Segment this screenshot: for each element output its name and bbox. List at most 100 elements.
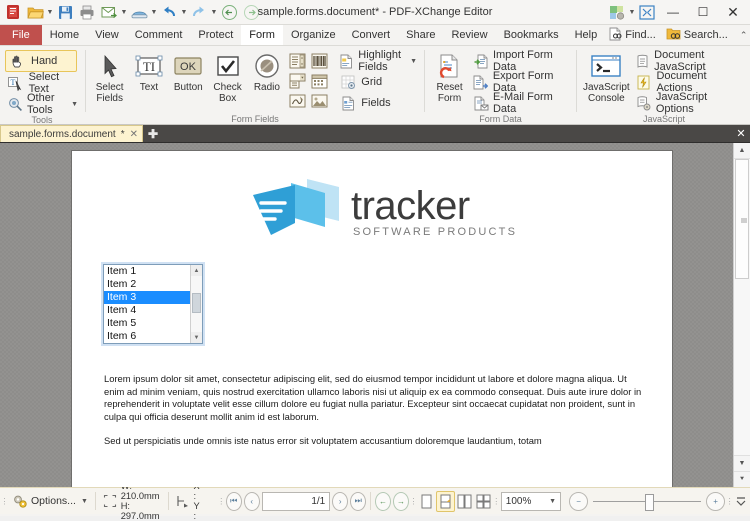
highlight-fields-button[interactable]: Highlight Fields ▼ [336, 49, 420, 73]
fullscreen-icon[interactable] [636, 1, 658, 23]
ribbon-options-icon[interactable] [606, 1, 628, 23]
zoom-slider[interactable]: − + [569, 491, 726, 511]
list-box-field[interactable]: Item 1 Item 2 Item 3 Item 4 Item 5 Item … [103, 264, 203, 344]
tab-review[interactable]: Review [443, 25, 495, 45]
other-tools-button[interactable]: Other Tools ▼ [5, 92, 81, 116]
close-button[interactable]: ✕ [718, 1, 748, 23]
date-field-icon[interactable] [309, 71, 331, 91]
import-form-data-button[interactable]: Import Form Data [470, 49, 572, 73]
vertical-scroll-track[interactable] [734, 159, 750, 455]
barcode-icon[interactable] [309, 51, 331, 71]
tab-organize[interactable]: Organize [283, 25, 344, 45]
zoom-slider-track[interactable] [593, 493, 702, 511]
push-button-button[interactable]: OK Button [169, 50, 208, 95]
pdf-page[interactable]: tracker SOFTWARE PRODUCTS Item 1 Item 2 … [72, 151, 672, 487]
vertical-scroll-thumb[interactable] [735, 159, 749, 279]
two-page-continuous-view-button[interactable] [475, 492, 491, 511]
list-box-scrollbar[interactable]: ▲ ▼ [190, 265, 202, 343]
list-item[interactable]: Item 5 [104, 317, 190, 330]
list-item[interactable]: Item 4 [104, 304, 190, 317]
list-item[interactable]: Item 6 [104, 330, 190, 343]
email-icon[interactable] [98, 1, 120, 23]
chevron-down-icon[interactable]: ▼ [549, 498, 556, 505]
list-item-selected[interactable]: Item 3 [104, 291, 190, 304]
print-icon[interactable] [76, 1, 98, 23]
export-form-data-button[interactable]: Export Form Data [470, 70, 572, 94]
single-page-view-button[interactable] [418, 492, 434, 511]
open-icon[interactable] [24, 1, 46, 23]
toolbar-grip[interactable]: ⋮ [1, 492, 9, 510]
fields-button[interactable]: Fields [336, 93, 420, 113]
tab-comment[interactable]: Comment [127, 25, 191, 45]
select-text-button[interactable]: T Select Text [5, 71, 81, 95]
hand-tool-button[interactable]: Hand [5, 50, 77, 72]
search-button[interactable]: Search... [663, 27, 731, 44]
list-box-icon[interactable] [287, 51, 309, 71]
scroll-down-icon[interactable]: ▼ [191, 332, 202, 343]
image-field-icon[interactable] [309, 91, 331, 111]
javascript-options-button[interactable]: JavaScript Options [632, 91, 747, 115]
save-icon[interactable] [54, 1, 76, 23]
zoom-level-select[interactable]: 100% ▼ [500, 491, 562, 511]
list-box-items[interactable]: Item 1 Item 2 Item 3 Item 4 Item 5 Item … [104, 265, 190, 343]
open-dropdown-arrow-icon[interactable]: ▼ [46, 1, 54, 23]
tab-bookmarks[interactable]: Bookmarks [496, 25, 567, 45]
chevron-down-icon[interactable]: ▼ [81, 498, 88, 505]
tab-convert[interactable]: Convert [344, 25, 399, 45]
find-button[interactable]: Find... [605, 27, 659, 44]
expand-status-bar-button[interactable] [734, 492, 748, 511]
next-page-button[interactable]: › [332, 491, 349, 511]
vertical-scrollbar[interactable]: ▲ ▼ ⯆ [733, 143, 750, 487]
document-workspace[interactable]: tracker SOFTWARE PRODUCTS Item 1 Item 2 … [0, 143, 750, 487]
forward-icon[interactable] [240, 1, 262, 23]
reset-form-button[interactable]: Reset Form [429, 50, 470, 106]
back-icon[interactable] [218, 1, 240, 23]
tab-help[interactable]: Help [567, 25, 606, 45]
grid-button[interactable]: Grid [336, 72, 420, 92]
ribbon-options-dropdown-icon[interactable]: ▼ [628, 1, 636, 23]
document-javascript-button[interactable]: Document JavaScript [632, 49, 747, 73]
email-dropdown-arrow-icon[interactable]: ▼ [120, 1, 128, 23]
two-page-view-button[interactable] [457, 492, 473, 511]
options-button[interactable]: Options... ▼ [9, 491, 91, 511]
zoom-out-button[interactable]: − [569, 491, 589, 511]
radio-button-button[interactable]: Radio [247, 50, 286, 95]
navigate-forward-button[interactable]: → [393, 491, 409, 511]
select-fields-button[interactable]: Select Fields [90, 50, 129, 106]
list-item[interactable]: Item 2 [104, 278, 190, 291]
text-field-button[interactable]: TI Text [129, 50, 168, 95]
scan-icon[interactable] [128, 1, 150, 23]
undo-dropdown-arrow-icon[interactable]: ▼ [180, 1, 188, 23]
maximize-button[interactable]: ☐ [688, 1, 718, 23]
scroll-up-icon[interactable]: ▲ [734, 143, 750, 159]
tab-share[interactable]: Share [398, 25, 443, 45]
first-page-button[interactable]: ⏮ [225, 491, 242, 511]
tab-form[interactable]: Form [241, 25, 283, 45]
tab-protect[interactable]: Protect [190, 25, 241, 45]
page-number-input[interactable]: 1/1 [261, 491, 331, 511]
scroll-up-icon[interactable]: ▲ [191, 265, 202, 276]
tab-file[interactable]: File [0, 25, 42, 45]
tab-home[interactable]: Home [42, 25, 87, 45]
redo-dropdown-arrow-icon[interactable]: ▼ [210, 1, 218, 23]
new-tab-button[interactable]: ✚ [143, 126, 163, 142]
document-actions-button[interactable]: Document Actions [632, 70, 747, 94]
close-document-button[interactable]: ✕ [732, 125, 750, 142]
scroll-down-icon[interactable]: ▼ [734, 455, 750, 471]
toolbar-grip[interactable]: ⋮ [726, 492, 734, 510]
chevron-down-icon[interactable]: ▼ [410, 58, 417, 65]
previous-page-button[interactable]: ‹ [243, 491, 260, 511]
list-box-scroll-track[interactable] [191, 276, 202, 332]
last-page-button[interactable]: ⏭ [350, 491, 367, 511]
list-box-scroll-thumb[interactable] [192, 293, 201, 313]
check-box-button[interactable]: Check Box [208, 50, 247, 106]
toolbar-grip[interactable]: ⋮ [409, 492, 417, 510]
continuous-page-view-button[interactable] [436, 490, 455, 512]
toolbar-grip[interactable]: ⋮ [492, 492, 500, 510]
navigate-back-button[interactable]: ← [375, 491, 391, 511]
undo-icon[interactable] [158, 1, 180, 23]
redo-icon[interactable] [188, 1, 210, 23]
minimize-button[interactable]: — [658, 1, 688, 23]
signature-field-icon[interactable] [287, 91, 309, 111]
zoom-slider-thumb[interactable] [645, 493, 655, 511]
